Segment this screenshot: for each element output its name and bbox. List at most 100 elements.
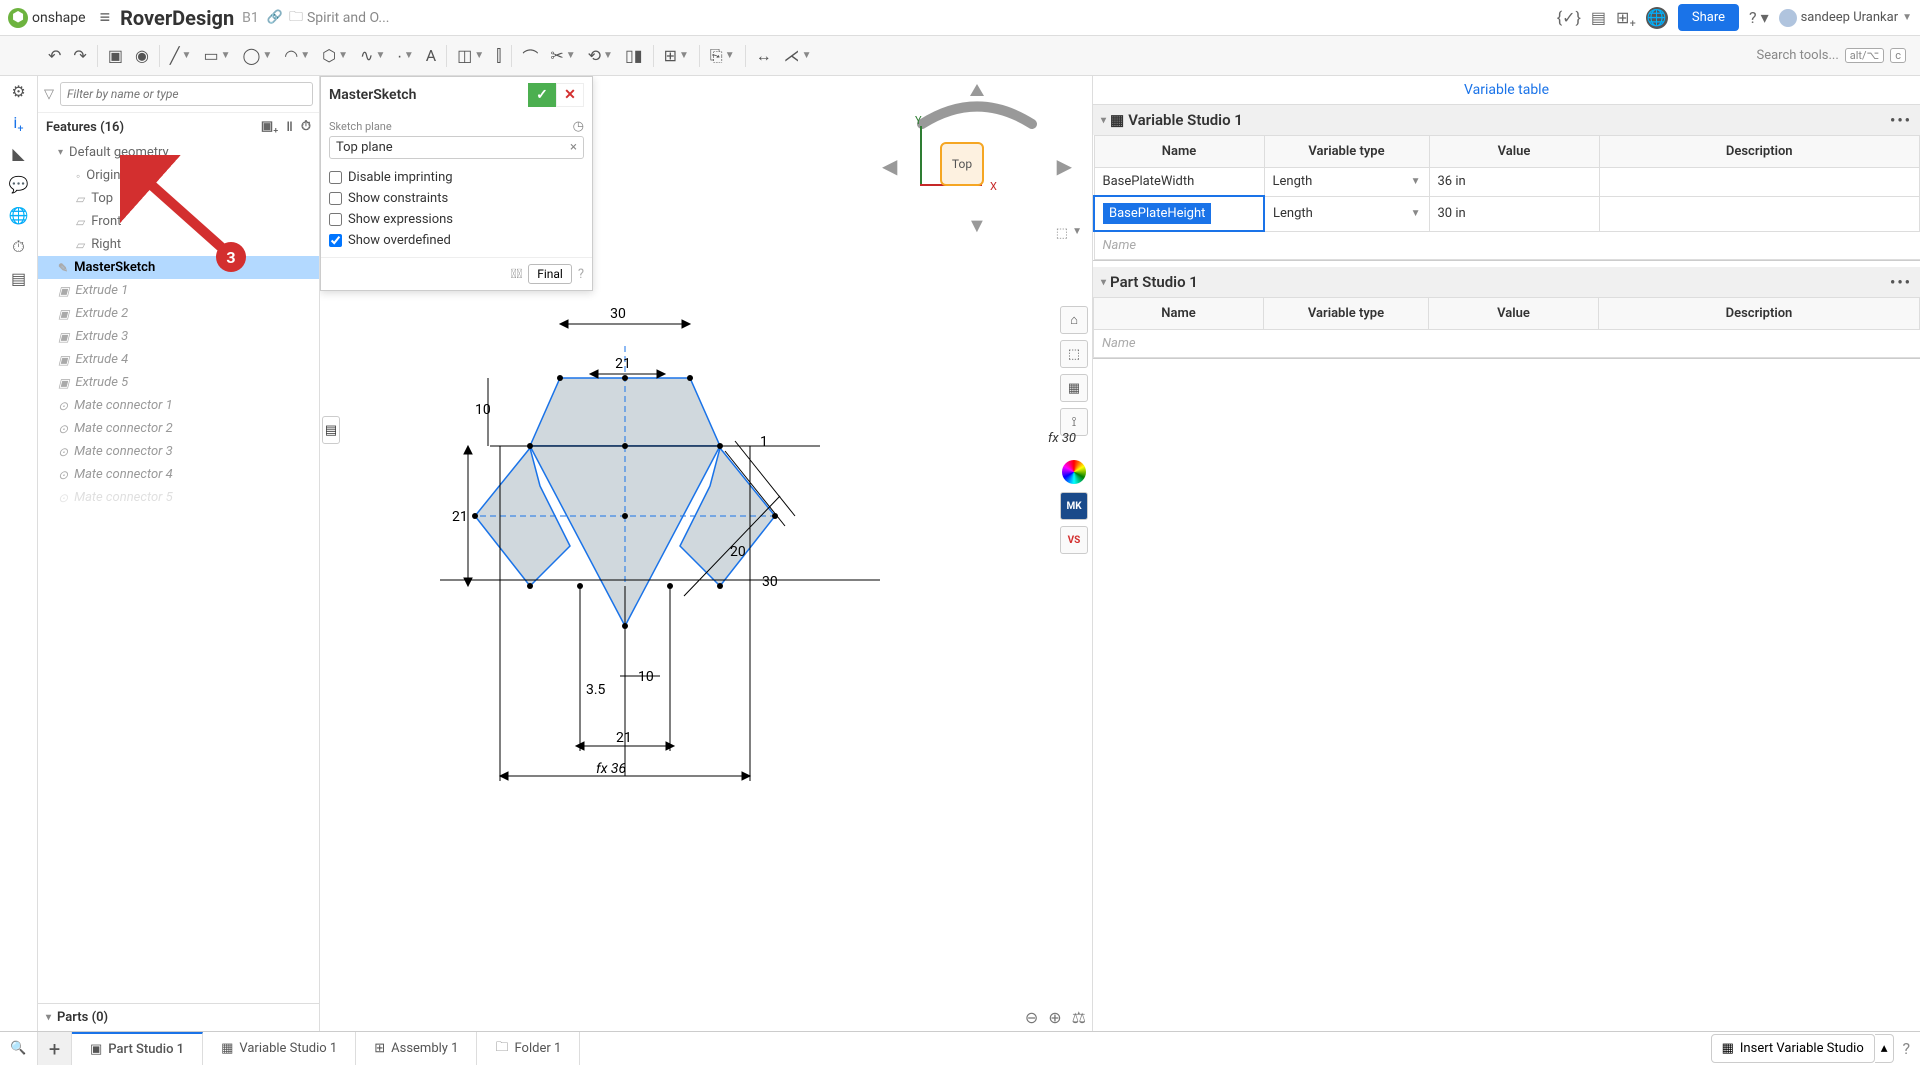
- fillet-tool[interactable]: ⌒: [516, 40, 544, 72]
- offset-tool[interactable]: ⫿: [490, 42, 507, 70]
- globe-icon[interactable]: 🌐: [1646, 7, 1668, 29]
- user-menu[interactable]: sandeep Urankar ▼: [1779, 9, 1912, 27]
- tree-mate3[interactable]: ⊙Mate connector 3: [38, 440, 319, 463]
- dialog-help-icon[interactable]: ?: [578, 267, 584, 282]
- check-expressions[interactable]: Show expressions: [329, 209, 584, 230]
- rail-globe-icon[interactable]: 🌐: [9, 206, 29, 225]
- arc-tool[interactable]: ◠▼: [278, 42, 316, 69]
- check-constraints[interactable]: Show constraints: [329, 188, 584, 209]
- measure-icon[interactable]: ⊕: [1048, 1008, 1061, 1027]
- type-select[interactable]: Length▼: [1273, 206, 1421, 221]
- rail-config-icon[interactable]: ⚙: [11, 82, 25, 101]
- filter-input[interactable]: [60, 82, 313, 106]
- clear-plane-icon[interactable]: ×: [570, 140, 577, 155]
- export-tool[interactable]: ⎘▼: [704, 42, 741, 70]
- tree-extrude3[interactable]: ▣Extrude 3: [38, 325, 319, 348]
- dim-fx30[interactable]: fx fx 3030: [1048, 431, 1076, 446]
- tree-extrude5[interactable]: ▣Extrude 5: [38, 371, 319, 394]
- vs-more-icon[interactable]: •••: [1890, 111, 1912, 129]
- use-tool[interactable]: ◫▼: [451, 42, 490, 69]
- rt-iso-icon[interactable]: ⬚: [1060, 340, 1088, 368]
- sketch-graphic[interactable]: 30 21 10 1 21 20 30 10 3.5 21 fx 36: [380, 216, 940, 796]
- vs-title-2[interactable]: ▾ Part Studio 1 •••: [1093, 267, 1920, 297]
- rt-mk-icon[interactable]: MK: [1060, 492, 1088, 520]
- bottom-help-icon[interactable]: ?: [1902, 1039, 1910, 1058]
- trim-tool[interactable]: ✂▼: [544, 42, 581, 69]
- rail-comment-icon[interactable]: 💬: [9, 175, 29, 194]
- type-select[interactable]: Length▼: [1273, 174, 1421, 189]
- transform-tool[interactable]: ⟲▼: [582, 42, 619, 69]
- apps-icon[interactable]: ⊞₊: [1616, 8, 1636, 27]
- dimension-tool[interactable]: ↔: [750, 42, 778, 70]
- vs-more-icon[interactable]: •••: [1890, 273, 1912, 291]
- tree-top-plane[interactable]: ▱Top: [38, 187, 319, 210]
- constraint-tool[interactable]: ⋌▼: [778, 42, 818, 69]
- variable-table-link[interactable]: Variable table: [1093, 76, 1920, 105]
- sketch-tool[interactable]: ▣: [102, 42, 129, 69]
- vs-title-1[interactable]: ▾ ▦ Variable Studio 1 •••: [1093, 105, 1920, 135]
- tab-variable-studio[interactable]: ▦Variable Studio 1: [203, 1032, 356, 1065]
- tree-extrude1[interactable]: ▣Extrude 1: [38, 279, 319, 302]
- tree-mastersketch[interactable]: ✎MasterSketch: [38, 256, 319, 279]
- plane-field[interactable]: Top plane ×: [329, 136, 584, 159]
- features-header[interactable]: Features (16) ▣₊ ‖ ⏱: [38, 113, 319, 141]
- tab-assembly[interactable]: ⊞Assembly 1: [356, 1032, 477, 1065]
- rail-sheet-icon[interactable]: ▤: [11, 269, 26, 288]
- tree-mate2[interactable]: ⊙Mate connector 2: [38, 417, 319, 440]
- insert-vs-dropdown[interactable]: ▴: [1875, 1034, 1895, 1063]
- pattern-tool[interactable]: ⊞▼: [658, 42, 695, 69]
- check-overdefined[interactable]: Show overdefined: [329, 230, 584, 251]
- tree-mate5[interactable]: ⊙Mate connector 5: [38, 486, 319, 509]
- rail-cut-icon[interactable]: ◣: [12, 144, 24, 163]
- rt-section-icon[interactable]: ▦: [1060, 374, 1088, 402]
- canvas[interactable]: MasterSketch ✓ ✕ Sketch plane ◷ Top plan…: [320, 76, 1092, 1031]
- viewcube[interactable]: ◀ ▶ ▼ Y X Top: [882, 84, 1072, 234]
- circle-tool[interactable]: ◯▼: [236, 42, 278, 69]
- tree-origin[interactable]: ◦Origin: [38, 164, 319, 187]
- rt-appearance-icon[interactable]: [1060, 458, 1088, 486]
- redo-button[interactable]: ↷: [67, 42, 92, 69]
- tree-front-plane[interactable]: ▱Front: [38, 210, 319, 233]
- spline-tool[interactable]: ∿▼: [354, 42, 391, 69]
- final-button[interactable]: Final: [528, 264, 572, 284]
- document-title[interactable]: RoverDesign: [120, 6, 234, 30]
- viewcube-face[interactable]: Top: [940, 142, 984, 186]
- units-icon[interactable]: ⚖: [1072, 1008, 1086, 1027]
- rail-timer-icon[interactable]: ⏱: [12, 237, 24, 257]
- search-tools[interactable]: Search tools... alt/⌥ c: [1756, 48, 1916, 63]
- tree-extrude2[interactable]: ▣Extrude 2: [38, 302, 319, 325]
- help-icon[interactable]: ? ▾: [1749, 8, 1769, 27]
- undo-button[interactable]: ↶: [42, 42, 67, 69]
- rt-home-icon[interactable]: ⌂: [1060, 306, 1088, 334]
- rt-vs-icon[interactable]: VS: [1060, 526, 1088, 554]
- constraints-toggle[interactable]: ▤: [322, 416, 340, 444]
- tree-mate1[interactable]: ⊙Mate connector 1: [38, 394, 319, 417]
- dialog-ok-button[interactable]: ✓: [528, 83, 556, 107]
- rail-add-icon[interactable]: i₊: [13, 113, 23, 132]
- filter-icon[interactable]: ▽: [44, 87, 54, 102]
- cube-display-icon[interactable]: ⬚: [1056, 226, 1068, 241]
- check-imprint[interactable]: Disable imprinting: [329, 167, 584, 188]
- parts-header[interactable]: ▾Parts (0): [38, 1003, 319, 1031]
- point-tool[interactable]: ∙▼: [391, 42, 419, 70]
- var-row-1[interactable]: BasePlateWidth Length▼ 36 in: [1094, 168, 1920, 197]
- tab-part-studio[interactable]: ▣Part Studio 1: [72, 1032, 203, 1065]
- view-left-icon[interactable]: ◀: [882, 154, 897, 178]
- link-icon[interactable]: 🔗: [267, 10, 283, 25]
- add-tab-button[interactable]: +: [38, 1032, 72, 1065]
- tree-extrude4[interactable]: ▣Extrude 4: [38, 348, 319, 371]
- inspect-icon[interactable]: 🔍: [0, 1032, 38, 1065]
- branch-label[interactable]: B1: [242, 10, 259, 26]
- tree-right-plane[interactable]: ▱Right: [38, 233, 319, 256]
- measure-mass-icon[interactable]: ⊖: [1025, 1008, 1038, 1027]
- var-row-2[interactable]: BasePlateHeight Length▼ 30 in: [1094, 196, 1920, 231]
- brand-logo[interactable]: ⬢ onshape: [8, 8, 86, 28]
- polygon-tool[interactable]: ⬡▼: [316, 42, 354, 69]
- rollback-icon[interactable]: ⏱: [301, 119, 311, 135]
- history-icon[interactable]: ◷: [573, 119, 584, 134]
- menu-icon[interactable]: ≡: [100, 7, 111, 28]
- tree-default-geometry[interactable]: ▾Default geometry: [38, 141, 319, 164]
- folder-path[interactable]: 🗀 Spirit and O...: [289, 6, 390, 30]
- line-tool[interactable]: ╱▼: [164, 42, 198, 69]
- pause-icon[interactable]: ‖: [286, 119, 292, 135]
